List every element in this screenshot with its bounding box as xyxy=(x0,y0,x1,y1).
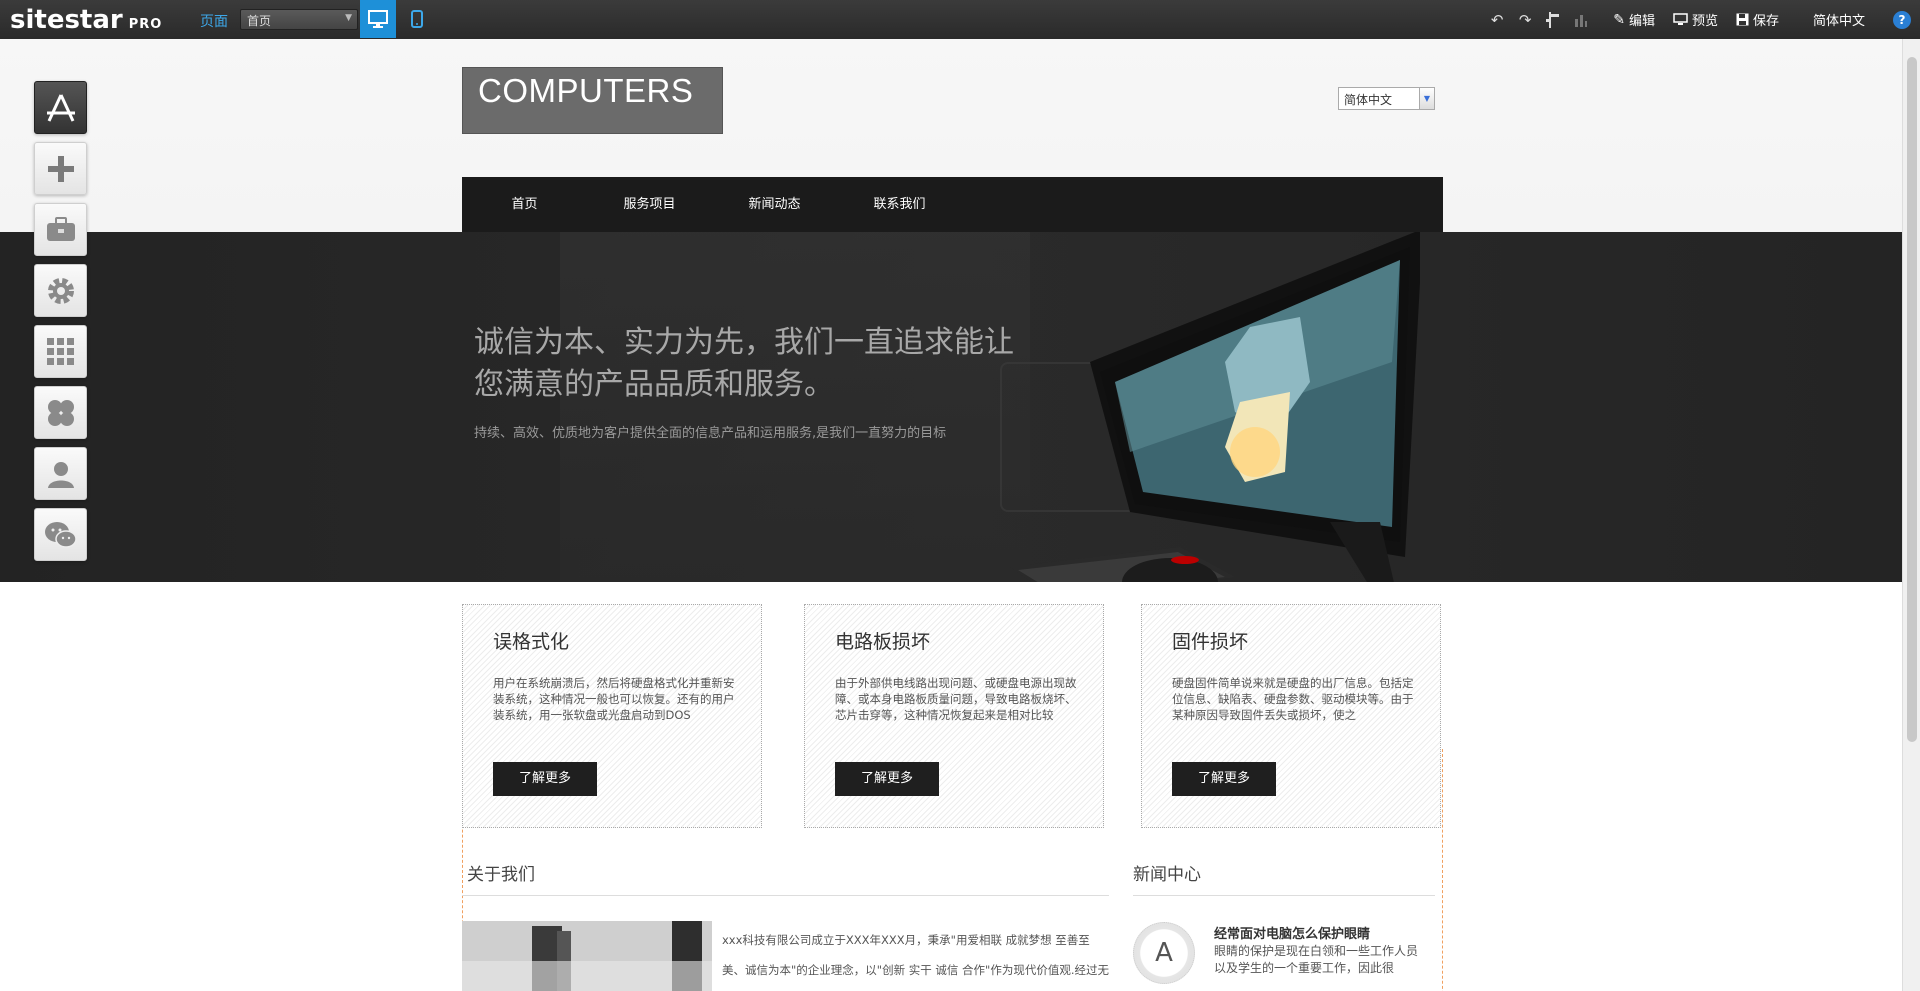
site-language-value: 简体中文 xyxy=(1344,93,1393,107)
language-switch[interactable]: 简体中文 xyxy=(1813,10,1865,29)
mobile-view-button[interactable] xyxy=(404,0,430,38)
sitestar-logo: sitestar PRO xyxy=(10,5,162,35)
desktop-view-button[interactable] xyxy=(360,0,396,38)
nav-item-news[interactable]: 新闻动态 xyxy=(712,177,837,232)
nav-item-services[interactable]: 服务项目 xyxy=(587,177,712,232)
hero-background xyxy=(560,232,1030,582)
clover-icon xyxy=(47,399,74,426)
monitor-icon xyxy=(1673,13,1688,25)
feature-card: 固件损坏 硬盘固件简单说来就是硬盘的出厂信息。包括定位信息、缺陷表、硬盘参数、驱… xyxy=(1141,604,1441,828)
gear-icon xyxy=(47,277,74,304)
news-text: 眼睛的保护是现在白领和一些工作人员以及学生的一个重要工作，因此很 xyxy=(1214,944,1419,975)
wechat-icon xyxy=(44,521,77,548)
floppy-icon xyxy=(1736,13,1749,26)
news-title: 新闻中心 xyxy=(1133,865,1201,885)
mobile-icon xyxy=(411,10,423,28)
scrollbar-thumb[interactable] xyxy=(1907,57,1917,742)
save-label: 保存 xyxy=(1752,14,1779,29)
undo-button[interactable]: ↶ xyxy=(1483,0,1511,39)
feature-text: 硬盘固件简单说来就是硬盘的出厂信息。包括定位信息、缺陷表、硬盘参数、驱动模块等。… xyxy=(1172,676,1414,722)
about-divider xyxy=(462,895,1109,896)
edit-icon: ✎ xyxy=(1613,11,1625,28)
about-title: 关于我们 xyxy=(467,865,535,885)
news-avatar: A xyxy=(1133,922,1195,984)
feature-title: 电路板损坏 xyxy=(835,631,931,653)
site-language-select[interactable]: 简体中文 ▼ xyxy=(1338,87,1435,110)
help-icon: ? xyxy=(1898,12,1906,27)
save-button[interactable]: 保存 xyxy=(1736,10,1779,29)
undo-icon: ↶ xyxy=(1490,10,1504,29)
learn-more-button[interactable]: 了解更多 xyxy=(493,762,597,796)
news-divider xyxy=(1133,895,1435,896)
logo-text: sitestar xyxy=(10,5,123,35)
chart-button[interactable] xyxy=(1567,0,1595,39)
computer-illustration xyxy=(1010,232,1420,582)
feature-card: 电路板损坏 由于外部供电线路出现问题、或硬盘电源出现故障、或本身电路板质量问题，… xyxy=(804,604,1104,828)
editor-tool-column xyxy=(34,81,88,569)
app-store-icon xyxy=(46,93,75,122)
user-icon xyxy=(47,461,74,488)
about-image xyxy=(462,921,712,991)
align-button[interactable] xyxy=(1539,0,1567,39)
page-label: 页面 xyxy=(200,14,228,30)
page-canvas: COMPUTERS 简体中文 ▼ 首页 服务项目 新闻动态 联系我们 诚信为本、… xyxy=(0,39,1902,991)
preview-label: 预览 xyxy=(1691,14,1718,29)
redo-icon: ↷ xyxy=(1518,10,1532,29)
wechat-tool[interactable] xyxy=(34,508,87,561)
app-store-tool[interactable] xyxy=(34,81,87,134)
learn-more-button[interactable]: 了解更多 xyxy=(835,762,939,796)
chevron-down-icon: ▼ xyxy=(345,13,352,23)
feature-title: 误格式化 xyxy=(493,631,570,653)
page-select-value: 首页 xyxy=(247,14,272,28)
briefcase-icon xyxy=(46,216,75,241)
learn-more-button[interactable]: 了解更多 xyxy=(1172,762,1276,796)
vertical-scrollbar[interactable] xyxy=(1902,39,1920,991)
feature-text: 由于外部供电线路出现问题、或硬盘电源出现故障、或本身电路板质量问题，导致电路板烧… xyxy=(835,676,1077,722)
page-select[interactable]: 首页 ▼ xyxy=(240,9,358,30)
edit-label: 编辑 xyxy=(1628,14,1655,29)
grid-tool[interactable] xyxy=(34,325,87,378)
preview-button[interactable]: 预览 xyxy=(1673,10,1718,29)
modules-tool[interactable] xyxy=(34,386,87,439)
toolbar-actions: ↶ ↷ ✎ 编辑 预览 保存 简体中文 ? xyxy=(1483,0,1920,39)
hero-banner: 诚信为本、实力为先，我们一直追求能让您满意的产品品质和服务。 持续、高效、优质地… xyxy=(0,232,1902,582)
hero-subtitle: 持续、高效、优质地为客户提供全面的信息产品和运用服务,是我们一直努力的目标 xyxy=(474,426,947,441)
feature-card: 误格式化 用户在系统崩溃后，然后将硬盘格式化并重新安装系统，这种情况一般也可以恢… xyxy=(462,604,762,828)
bar-chart-icon xyxy=(1575,14,1588,27)
desktop-icon xyxy=(368,10,388,28)
office-photo xyxy=(462,921,712,991)
feature-text: 用户在系统崩溃后，然后将硬盘格式化并重新安装系统，这种情况一般也可以恢复。还有的… xyxy=(493,676,735,722)
help-button[interactable]: ? xyxy=(1893,10,1911,29)
logo-suffix: PRO xyxy=(128,17,163,32)
news-headline[interactable]: 经常面对电脑怎么保护眼睛 xyxy=(1214,923,1370,942)
edit-button[interactable]: ✎ 编辑 xyxy=(1613,10,1655,30)
plus-icon xyxy=(47,155,74,182)
about-text: xxx科技有限公司成立于XXX年XXX月，秉承"用爱相联 成就梦想 至善至美、诚… xyxy=(722,933,1109,977)
feature-list: 误格式化 用户在系统崩溃后，然后将硬盘格式化并重新安装系统，这种情况一般也可以恢… xyxy=(462,604,1443,828)
site-logo[interactable]: COMPUTERS xyxy=(462,67,723,134)
toolbox-tool[interactable] xyxy=(34,203,87,256)
hero-title: 诚信为本、实力为先，我们一直追求能让您满意的产品品质和服务。 xyxy=(474,325,1014,402)
editor-toolbar: sitestar PRO 页面 首页 ▼ ↶ ↷ ✎ 编辑 预览 保存 简体中文 ? xyxy=(0,0,1920,39)
grid-icon xyxy=(46,337,74,365)
member-tool[interactable] xyxy=(34,447,87,500)
site-nav: 首页 服务项目 新闻动态 联系我们 xyxy=(462,177,1443,232)
chevron-down-icon: ▼ xyxy=(1419,88,1434,109)
add-element-tool[interactable] xyxy=(34,142,87,195)
align-icon xyxy=(1546,11,1560,28)
settings-tool[interactable] xyxy=(34,264,87,317)
redo-button[interactable]: ↷ xyxy=(1511,0,1539,39)
nav-item-home[interactable]: 首页 xyxy=(462,177,587,232)
nav-item-contact[interactable]: 联系我们 xyxy=(837,177,962,232)
feature-title: 固件损坏 xyxy=(1172,631,1249,653)
